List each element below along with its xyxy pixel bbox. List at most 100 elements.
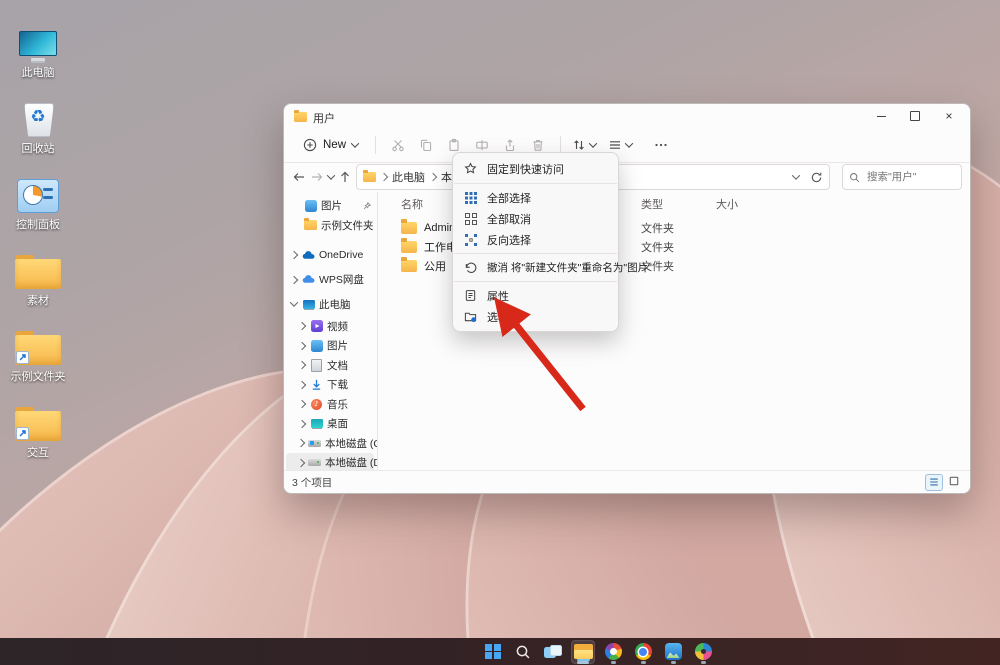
chevron-down-icon [624, 139, 634, 148]
sidebar-item-music[interactable]: ♪ 音乐 [284, 395, 377, 415]
desktop-icon-folder-1[interactable]: 素材 [2, 234, 74, 308]
sidebar-item-downloads[interactable]: 下载 [284, 375, 377, 395]
file-type: 文件夹 [641, 241, 674, 254]
chevron-right-icon [297, 341, 307, 350]
plus-circle-icon [303, 138, 317, 152]
taskbar-paint-app[interactable] [691, 640, 715, 664]
menu-item-properties[interactable]: 属性 [453, 285, 618, 306]
minimize-button[interactable] [864, 105, 898, 127]
sidebar-item-label: 示例文件夹 [321, 219, 374, 232]
palette-app-icon [694, 643, 712, 660]
sidebar-item-pictures-pinned[interactable]: 图片 [298, 196, 377, 216]
window-controls: × [864, 104, 966, 128]
refresh-icon[interactable] [810, 171, 823, 184]
see-more-button[interactable] [647, 132, 675, 158]
start-button[interactable] [481, 640, 505, 664]
taskbar-photos-app[interactable] [661, 640, 685, 664]
desktop-icon-folder-shortcut-1[interactable]: 示例文件夹 [2, 310, 74, 384]
menu-item-pin-to-quick-access[interactable]: 固定到快速访问 [453, 157, 618, 180]
downloads-icon [310, 378, 323, 391]
folder-icon [401, 238, 417, 253]
search-button[interactable] [511, 640, 535, 664]
sidebar-item-onedrive[interactable]: OneDrive [284, 243, 377, 268]
sidebar-item-label: 桌面 [327, 418, 348, 431]
menu-item-label: 属性 [487, 290, 509, 303]
search-icon [516, 645, 530, 658]
invert-selection-icon [463, 233, 478, 246]
breadcrumb-this-pc[interactable]: 此电脑 [392, 169, 425, 185]
pinwheel-browser-icon [604, 643, 622, 660]
menu-separator [454, 183, 617, 184]
taskbar-browser-360[interactable] [601, 640, 625, 664]
videos-icon [310, 320, 323, 333]
thumbnail-view-toggle[interactable] [946, 474, 962, 489]
location-folder-icon [363, 170, 376, 182]
taskbar-chrome[interactable] [631, 640, 655, 664]
chevron-right-icon [297, 419, 307, 428]
sidebar-item-wps-drive[interactable]: WPS网盘 [284, 268, 377, 293]
menu-item-select-all[interactable]: 全部选择 [453, 187, 618, 208]
menu-item-label: 反向选择 [487, 234, 531, 247]
view-list-icon [610, 141, 621, 149]
search-box[interactable] [842, 164, 962, 190]
menu-item-select-none[interactable]: 全部取消 [453, 208, 618, 229]
sidebar-item-local-disk-c[interactable]: 本地磁盘 (C:) [284, 434, 377, 454]
menu-item-undo-rename[interactable]: 撤消 将"新建文件夹"重命名为"图片" [453, 257, 652, 278]
up-button[interactable] [338, 166, 352, 188]
chevron-down-icon [588, 139, 598, 148]
desktop-icon-folder-shortcut-2[interactable]: 交互 [2, 386, 74, 460]
desktop-icon-recycle-bin[interactable]: ♻ 回收站 [2, 82, 74, 156]
desktop-icon-column: 此电脑 ♻ 回收站 控制面板 素材 示例文件夹 交互 [2, 6, 74, 462]
sort-icon [574, 140, 584, 150]
select-all-icon [463, 191, 478, 204]
see-more-menu: 固定到快速访问 全部选择 全部取消 反向选择 撤消 将"新建文件夹"重命名为"图… [452, 152, 652, 332]
menu-item-label: 全部取消 [487, 213, 531, 226]
cut-button[interactable] [384, 132, 412, 158]
column-header-type[interactable]: 类型 [641, 196, 716, 214]
chevron-right-icon [297, 400, 307, 409]
recycle-bin-icon: ♻ [20, 99, 56, 137]
details-view-toggle[interactable] [925, 473, 943, 491]
sidebar-item-pictures[interactable]: 图片 [284, 336, 377, 356]
this-pc-icon [302, 298, 315, 311]
chevron-right-icon [428, 172, 438, 182]
folder-icon [401, 257, 417, 272]
chevron-right-icon [296, 439, 306, 448]
sidebar-item-local-disk-d[interactable]: 本地磁盘 (D:) [286, 453, 377, 471]
menu-item-label: 固定到快速访问 [487, 163, 564, 176]
chevron-down-icon [350, 139, 360, 148]
desktop-icon-control-panel[interactable]: 控制面板 [2, 158, 74, 232]
close-button[interactable]: × [932, 105, 966, 127]
back-button[interactable] [292, 166, 306, 188]
sidebar-item-videos[interactable]: 视频 [284, 317, 377, 337]
folder-shortcut-icon [15, 331, 61, 365]
menu-item-options[interactable]: 选项 [453, 306, 618, 327]
forward-button[interactable] [310, 166, 324, 188]
chevron-down-icon [289, 298, 299, 308]
view-button[interactable] [605, 138, 635, 152]
task-view-button[interactable] [541, 640, 565, 664]
menu-item-invert-selection[interactable]: 反向选择 [453, 229, 618, 250]
sidebar-item-label: 图片 [321, 200, 342, 213]
sidebar-item-desktop[interactable]: 桌面 [284, 414, 377, 434]
sidebar-item-this-pc[interactable]: 此电脑 [284, 292, 377, 317]
desktop-icon-label: 回收站 [21, 143, 55, 155]
new-button[interactable]: New [294, 133, 367, 157]
copy-button[interactable] [412, 132, 440, 158]
select-none-icon [463, 212, 478, 225]
taskbar-file-explorer[interactable] [571, 639, 595, 664]
sidebar-item-label: 文档 [327, 359, 348, 372]
toolbar-separator [375, 136, 377, 154]
recent-locations-button[interactable] [326, 166, 336, 188]
sort-button[interactable] [569, 138, 599, 152]
column-header-size[interactable]: 大小 [716, 196, 786, 214]
sidebar-item-sample-folder-pinned[interactable]: 示例文件夹 [298, 216, 377, 236]
maximize-button[interactable] [898, 105, 932, 127]
onedrive-icon [302, 249, 315, 262]
desktop-icon-this-pc[interactable]: 此电脑 [2, 6, 74, 80]
search-input[interactable] [865, 170, 955, 184]
menu-item-label: 撤消 将"新建文件夹"重命名为"图片" [487, 262, 652, 274]
chevron-right-icon [379, 172, 389, 182]
sidebar-item-label: 此电脑 [319, 298, 351, 311]
sidebar-item-documents[interactable]: 文档 [284, 356, 377, 376]
